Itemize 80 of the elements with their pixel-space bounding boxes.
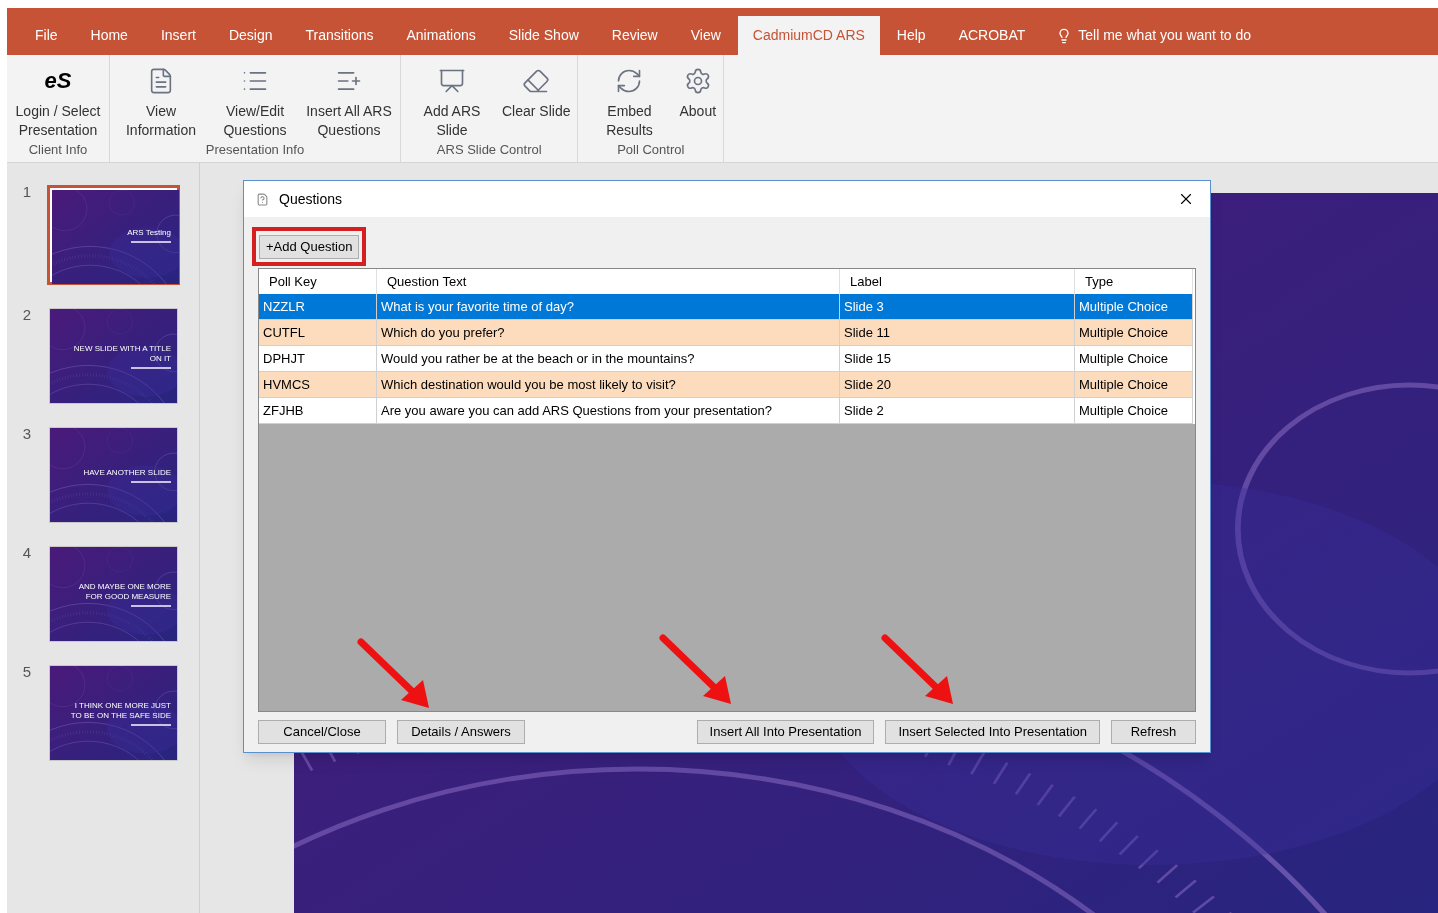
ribbon-button[interactable]: Insert All ARS Questions (302, 63, 396, 140)
slide-thumbnail[interactable]: NEW SLIDE WITH A TITLE ON IT (49, 308, 178, 404)
slide-thumbnail[interactable]: ARS Testing (47, 185, 180, 285)
group-label: ARS Slide Control (435, 141, 543, 159)
presentation-icon (438, 67, 466, 95)
table-cell[interactable]: Multiple Choice (1075, 293, 1193, 320)
column-header[interactable]: Label (840, 268, 1075, 294)
table-cell[interactable]: CUTFL (259, 319, 377, 346)
subtitle-line (131, 240, 171, 243)
slide-thumbnail[interactable]: HAVE ANOTHER SLIDE (49, 427, 178, 523)
subtitle-line (131, 723, 171, 726)
ribbon-tab[interactable]: Insert (144, 16, 212, 55)
ribbon-tab[interactable]: Transitions (289, 16, 390, 55)
table-cell[interactable]: HVMCS (259, 371, 377, 398)
ribbon-tab[interactable]: Home (74, 16, 144, 55)
table-cell[interactable]: ZFJHB (259, 397, 377, 424)
table-cell[interactable]: Slide 3 (840, 293, 1075, 320)
ribbon-tab[interactable]: Help (880, 16, 942, 55)
slide-title: ARS Testing (127, 227, 171, 238)
slide-thumbnail[interactable]: AND MAYBE ONE MORE FOR GOOD MEASURE (49, 546, 178, 642)
ribbon-button[interactable]: Clear Slide (499, 63, 574, 140)
slide-title: HAVE ANOTHER SLIDE (83, 467, 171, 478)
table-cell[interactable]: Which do you prefer? (377, 319, 840, 346)
table-cell[interactable]: What is your favorite time of day? (377, 293, 840, 320)
slide-title: NEW SLIDE WITH A TITLE ON IT (72, 343, 171, 364)
table-cell[interactable]: Which destination would you be most likely to visit? (377, 371, 840, 398)
dialog-button[interactable]: Cancel/Close (258, 719, 386, 744)
group-label: Client Info (27, 141, 89, 159)
table-cell[interactable]: Multiple Choice (1075, 397, 1193, 424)
table-cell[interactable]: Slide 2 (840, 397, 1075, 424)
table-cell[interactable]: Multiple Choice (1075, 345, 1193, 372)
ribbon-tab[interactable]: CadmiumCD ARS (737, 16, 880, 55)
table-cell[interactable]: DPHJT (259, 345, 377, 372)
table-cell[interactable]: Multiple Choice (1075, 319, 1193, 346)
subtitle-line (131, 366, 171, 369)
column-header[interactable]: Poll Key (259, 268, 377, 294)
app-icon (256, 192, 269, 206)
dialog-button[interactable]: Details / Answers (397, 719, 525, 744)
ribbon-tab[interactable]: View (674, 16, 737, 55)
table-cell[interactable]: NZZLR (259, 293, 377, 320)
slide-number: 2 (21, 305, 33, 325)
ribbon-button[interactable]: Add ARS Slide (405, 63, 499, 140)
slide-title: AND MAYBE ONE MORE FOR GOOD MEASURE (77, 581, 171, 602)
table-cell[interactable]: Slide 15 (840, 345, 1075, 372)
slide-number: 1 (21, 182, 33, 202)
ribbon-tab[interactable]: ACROBAT (942, 16, 1042, 55)
ribbon-button[interactable]: View Information (114, 63, 208, 140)
ribbon-button[interactable]: View/Edit Questions (208, 63, 302, 140)
subtitle-line (131, 480, 171, 483)
dialog-button[interactable]: Refresh (1111, 719, 1196, 744)
slide-thumbnail[interactable]: I THINK ONE MORE JUST TO BE ON THE SAFE SIDE (49, 665, 178, 761)
dialog-button[interactable]: Insert All Into Presentation (696, 719, 875, 744)
slide-number: 3 (21, 424, 33, 444)
slide-number: 5 (21, 662, 33, 682)
table-cell[interactable]: Would you rather be at the beach or in the mountains? (377, 345, 840, 372)
table-cell[interactable]: Multiple Choice (1075, 371, 1193, 398)
table-cell[interactable]: Slide 20 (840, 371, 1075, 398)
ribbon-button[interactable]: Embed Results (582, 63, 677, 140)
table-cell[interactable]: Slide 11 (840, 319, 1075, 346)
eraser-icon (522, 67, 551, 95)
group-label: Poll Control (616, 141, 686, 159)
dialog-title: Questions (279, 189, 344, 209)
table-cell[interactable]: Are you aware you can add ARS Questions from your presentation? (377, 397, 840, 424)
ribbon-tab[interactable]: Design (212, 16, 289, 55)
add-question-button[interactable]: +Add Question (259, 234, 360, 259)
slide-title: I THINK ONE MORE JUST TO BE ON THE SAFE SIDE (69, 700, 171, 721)
ribbon-button[interactable]: eS Login / Select Presentation (11, 63, 105, 140)
column-header[interactable]: Question Text (377, 268, 840, 294)
ribbon-tab[interactable]: Slide Show (492, 16, 595, 55)
subtitle-line (131, 604, 171, 607)
ribbon-tab[interactable]: File (19, 16, 74, 55)
slide-number: 4 (21, 543, 33, 563)
logo: eS (44, 70, 72, 92)
dialog-button[interactable]: Insert Selected Into Presentation (885, 719, 1100, 744)
column-header[interactable]: Type (1075, 268, 1193, 294)
group-label: Presentation Info (204, 141, 306, 159)
ribbon-tab[interactable]: Animations (390, 16, 492, 55)
ribbon-button[interactable]: About (676, 63, 720, 140)
ribbon-tab[interactable]: Review (595, 16, 674, 55)
tell-me-field[interactable]: Tell me what you want to do (1078, 25, 1252, 46)
